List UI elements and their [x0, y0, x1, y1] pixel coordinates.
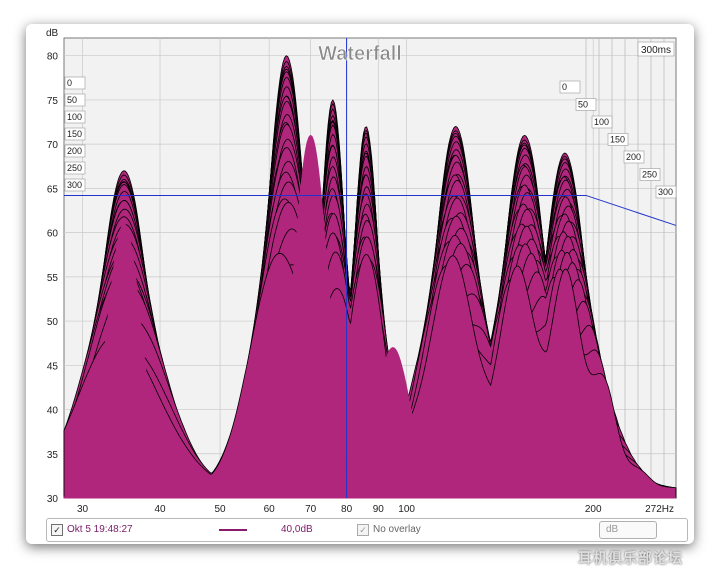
y-tick-label: 70	[47, 140, 59, 151]
overlay-checkbox[interactable]: ✓	[357, 524, 369, 536]
x-tick-label: 40	[154, 504, 166, 515]
time-max-label: 300ms	[641, 45, 671, 56]
time-label-right: 0	[562, 82, 567, 92]
time-label-left: 0	[67, 78, 72, 88]
x-tick-label: 90	[373, 504, 385, 515]
unit-dropdown[interactable]: dB	[599, 521, 657, 539]
measurement-checkbox[interactable]: ✓	[51, 524, 63, 536]
x-tick-label: 50	[215, 504, 227, 515]
legend-bar: ✓ Okt 5 19:48:27 40,0dB ✓ No overlay dB	[46, 518, 688, 542]
y-tick-label: 65	[47, 184, 59, 195]
y-tick-label: 75	[47, 96, 59, 107]
x-tick-label: 70	[305, 504, 317, 515]
level-label: 40,0dB	[281, 524, 313, 535]
x-tick-label: 30	[77, 504, 89, 515]
x-tick-label: 272Hz	[645, 504, 674, 515]
time-label-left: 50	[67, 95, 77, 105]
time-label-left: 100	[67, 112, 82, 122]
y-tick-label: 40	[47, 406, 59, 417]
time-label-right: 50	[578, 100, 588, 110]
time-label-left: 150	[67, 129, 82, 139]
y-tick-label: 55	[47, 273, 59, 284]
measurement-name[interactable]: Okt 5 19:48:27	[67, 524, 133, 535]
unit-dropdown-value: dB	[606, 524, 619, 535]
x-tick-label: 200	[585, 504, 602, 515]
time-label-right: 100	[594, 117, 609, 127]
waterfall-chart: 30 35 40 45 50 55 60 65 70 75 80 30 40 50 60 70 80 90 100 2…	[46, 28, 677, 515]
time-label-left: 200	[67, 146, 82, 156]
y-tick-label: 60	[47, 229, 59, 240]
y-tick-label: 50	[47, 317, 59, 328]
y-unit-label: dB	[46, 28, 59, 39]
x-tick-label: 100	[398, 504, 415, 515]
x-tick-label: 60	[264, 504, 276, 515]
forum-watermark: 耳机俱乐部论坛	[578, 550, 683, 566]
time-label-right: 200	[626, 152, 641, 162]
y-tick-label: 30	[47, 494, 59, 505]
y-tick-label: 35	[47, 450, 59, 461]
time-label-right: 150	[610, 135, 625, 145]
chart-title: Waterfall	[318, 43, 402, 65]
y-tick-label: 45	[47, 361, 59, 372]
measurement-line-swatch	[219, 529, 247, 531]
time-label-right: 250	[642, 170, 657, 180]
time-label-left: 250	[67, 163, 82, 173]
y-tick-label: 80	[47, 52, 59, 63]
time-label-right: 300	[658, 187, 673, 197]
overlay-label: No overlay	[373, 524, 421, 535]
x-tick-label: 80	[341, 504, 353, 515]
time-label-left: 300	[67, 180, 82, 190]
waterfall-window: 30 35 40 45 50 55 60 65 70 75 80 30 40 50 60 70 80 90 100 2…	[26, 24, 694, 544]
